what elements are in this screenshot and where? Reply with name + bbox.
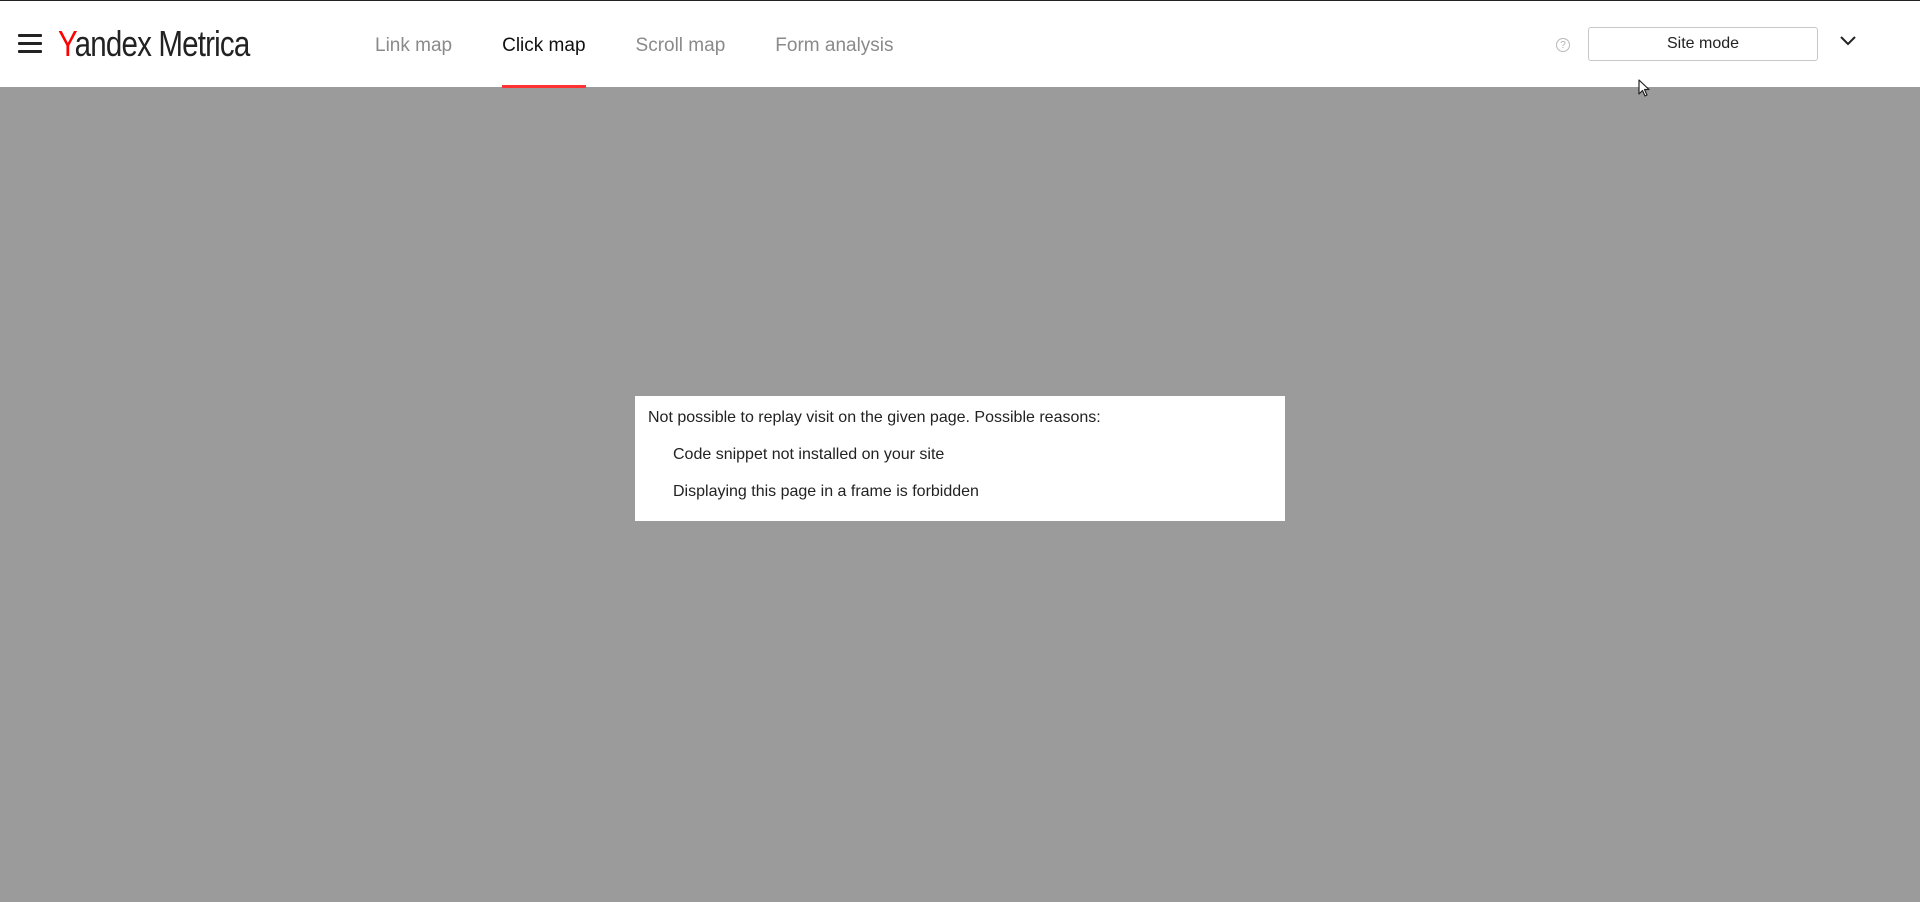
top-bar: Yandex Metrica Link map Click map Scroll… bbox=[0, 0, 1920, 88]
tabs: Link map Click map Scroll map Form analy… bbox=[375, 1, 944, 88]
question-circle-icon[interactable]: ? bbox=[1556, 38, 1570, 52]
logo-letter: Y bbox=[58, 23, 76, 64]
logo-text: andex Metrica bbox=[74, 23, 251, 64]
mouse-cursor-icon bbox=[1638, 79, 1650, 97]
reason-item: Code snippet not installed on your site bbox=[673, 446, 945, 463]
tab-form-analysis[interactable]: Form analysis bbox=[775, 1, 893, 88]
site-mode-select[interactable]: Site mode bbox=[1588, 27, 1818, 61]
tab-click-map[interactable]: Click map bbox=[502, 1, 586, 88]
logo[interactable]: Yandex Metrica bbox=[58, 21, 251, 67]
tab-link-map[interactable]: Link map bbox=[375, 1, 452, 88]
hamburger-icon[interactable] bbox=[18, 34, 42, 53]
error-message: Not possible to replay visit on the give… bbox=[648, 409, 1101, 426]
chevron-down-icon[interactable] bbox=[1838, 33, 1858, 47]
reason-item: Displaying this page in a frame is forbi… bbox=[673, 483, 979, 500]
tab-scroll-map[interactable]: Scroll map bbox=[636, 1, 726, 88]
replay-error-dialog: Not possible to replay visit on the give… bbox=[635, 396, 1285, 521]
